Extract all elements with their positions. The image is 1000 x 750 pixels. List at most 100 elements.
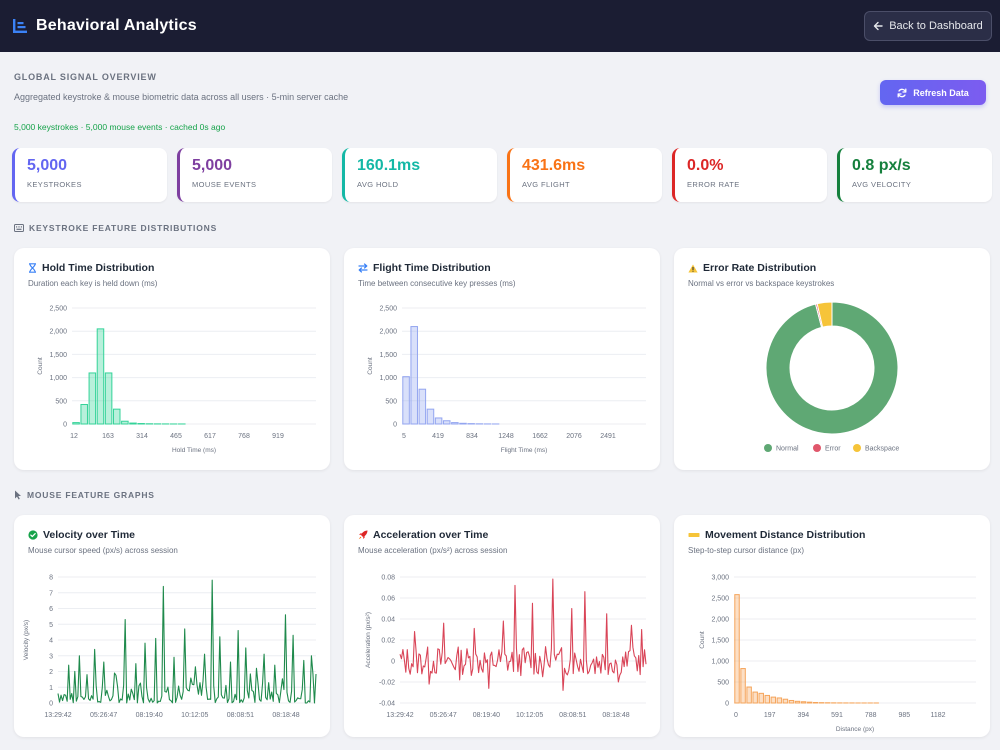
y-axis-label: Acceleration (px/s²) — [365, 612, 372, 668]
series-line — [57, 579, 317, 704]
histogram-bar — [794, 700, 801, 704]
x-tick-label: 617 — [204, 433, 216, 440]
histogram-bar — [426, 408, 435, 425]
card-title: Error Rate Distribution — [688, 262, 976, 274]
x-tick-label: 768 — [238, 433, 250, 440]
histogram-bar — [788, 699, 795, 704]
x-tick-label: 08:19:40 — [136, 712, 163, 719]
x-tick-label: 05:26:47 — [430, 712, 457, 719]
x-tick-label: 834 — [466, 433, 478, 440]
y-tick-label: 1,500 — [379, 352, 397, 359]
keyboard-icon — [14, 224, 24, 232]
cache-status: 5,000 keystrokes · 5,000 mouse events · … — [14, 122, 226, 132]
x-tick-label: 465 — [170, 433, 182, 440]
x-tick-label: 08:18:48 — [602, 712, 629, 719]
section-title: KEYSTROKE FEATURE DISTRIBUTIONS — [29, 223, 218, 233]
overview-subtitle: Aggregated keystroke & mouse biometric d… — [14, 92, 349, 102]
stat-label: AVG FLIGHT — [522, 180, 571, 189]
acceleration-card: Acceleration over Time Mouse acceleratio… — [344, 515, 660, 737]
y-tick-label: 0.08 — [381, 575, 395, 582]
legend-label: Normal — [776, 446, 799, 453]
card-title: Velocity over Time — [28, 529, 316, 541]
histogram-bar — [782, 698, 789, 704]
stat-value: 160.1ms — [357, 157, 421, 174]
card-subtitle: Mouse acceleration (px/s²) across sessio… — [358, 546, 508, 555]
y-tick-label: 1,000 — [711, 659, 729, 666]
y-tick-label: 3,000 — [711, 575, 729, 582]
x-tick-label: 419 — [432, 433, 444, 440]
y-tick-label: 2 — [49, 669, 53, 676]
y-axis-label: Count — [699, 631, 706, 649]
swap-arrows-icon — [358, 263, 368, 273]
y-tick-label: 0 — [393, 422, 397, 429]
y-tick-label: 2,500 — [49, 306, 67, 313]
card-subtitle: Time between consecutive key presses (ms… — [358, 279, 516, 288]
histogram-bar — [121, 420, 129, 425]
y-tick-label: -0.04 — [379, 701, 395, 708]
x-tick-label: 2491 — [600, 433, 616, 440]
x-tick-label: 13:29:42 — [386, 712, 413, 719]
x-tick-label: 05:26:47 — [90, 712, 117, 719]
y-axis-label: Velocity (px/s) — [23, 620, 30, 660]
card-title: Movement Distance Distribution — [688, 529, 976, 541]
app-title: Behavioral Analytics — [36, 17, 197, 34]
y-axis-label: Count — [367, 357, 374, 375]
card-subtitle: Duration each key is held down (ms) — [28, 279, 158, 288]
y-tick-label: 8 — [49, 575, 53, 582]
stat-avg-velocity: 0.8 px/s AVG VELOCITY — [837, 148, 992, 202]
x-tick-label: 08:08:51 — [559, 712, 586, 719]
y-tick-label: 2,000 — [49, 329, 67, 336]
error-rate-donut: Normal Error Backspace — [764, 301, 899, 453]
y-tick-label: 500 — [55, 398, 67, 405]
error-rate-card: Error Rate Distribution Normal vs error … — [674, 248, 990, 470]
y-axis-label: Count — [37, 357, 44, 375]
distance-histogram: 0 500 1,000 1,500 2,000 2,500 3,000 0 197 394 591 7… — [699, 575, 976, 733]
x-tick-label: 2076 — [566, 433, 582, 440]
check-circle-icon — [28, 530, 38, 540]
velocity-line-chart: 0 1 2 3 4 5 6 7 8 13:29:42 05:26:47 08:19:40 10:12:0… — [23, 575, 317, 719]
y-tick-label: 0 — [63, 422, 67, 429]
x-tick-label: 314 — [136, 433, 148, 440]
histogram-bar — [806, 701, 813, 704]
stat-mouse-events: 5,000 MOUSE EVENTS — [177, 148, 332, 202]
section-title: MOUSE FEATURE GRAPHS — [27, 490, 155, 500]
stats-row: 5,000 KEYSTROKES 5,000 MOUSE EVENTS 160.1m… — [12, 148, 992, 202]
y-tick-label: 5 — [49, 622, 53, 629]
y-tick-label: 0.02 — [381, 638, 395, 645]
back-to-dashboard-button[interactable]: Back to Dashboard — [864, 11, 992, 41]
x-tick-label: 12 — [70, 433, 78, 440]
x-tick-label: 5 — [402, 433, 406, 440]
x-tick-label: 591 — [831, 712, 843, 719]
histogram-bar — [451, 422, 459, 425]
histogram-bar — [418, 388, 427, 425]
acceleration-line-chart: -0.04 -0.02 0 0.02 0.04 0.06 0.08 13:29:42 05:26… — [365, 575, 647, 719]
histogram-bar — [88, 372, 97, 425]
x-axis-label: Distance (px) — [836, 726, 874, 733]
overview-title: GLOBAL SIGNAL OVERVIEW — [14, 72, 157, 82]
legend-label: Backspace — [865, 446, 899, 453]
x-tick-label: 08:18:48 — [272, 712, 299, 719]
histogram-bar — [434, 417, 443, 425]
card-title-text: Velocity over Time — [43, 529, 136, 541]
x-tick-label: 788 — [865, 712, 877, 719]
stat-label: AVG VELOCITY — [852, 180, 912, 189]
hold-time-histogram: 0 500 1,000 1,500 2,000 2,500 12 163 314 465 617 76… — [37, 306, 316, 454]
keystroke-section-heading: KEYSTROKE FEATURE DISTRIBUTIONS — [14, 223, 217, 233]
histogram-bar — [776, 697, 783, 704]
y-tick-label: 2,000 — [711, 617, 729, 624]
flight-time-histogram: 0 500 1,000 1,500 2,000 2,500 5 419 834 1248 1662 2… — [367, 306, 646, 454]
x-axis-label: Flight Time (ms) — [501, 447, 548, 454]
y-tick-label: 500 — [717, 680, 729, 687]
y-tick-label: 6 — [49, 606, 53, 613]
histogram-bar — [96, 328, 105, 425]
x-tick-label: 1662 — [532, 433, 548, 440]
histogram-bar — [80, 404, 88, 425]
card-title: Flight Time Distribution — [358, 262, 646, 274]
refresh-data-button[interactable]: Refresh Data — [880, 80, 986, 105]
y-tick-label: 3 — [49, 653, 53, 660]
x-tick-label: 08:08:51 — [227, 712, 254, 719]
velocity-card: Velocity over Time Mouse cursor speed (p… — [14, 515, 330, 737]
card-title: Acceleration over Time — [358, 529, 646, 541]
x-tick-label: 985 — [898, 712, 910, 719]
x-tick-label: 1248 — [498, 433, 514, 440]
